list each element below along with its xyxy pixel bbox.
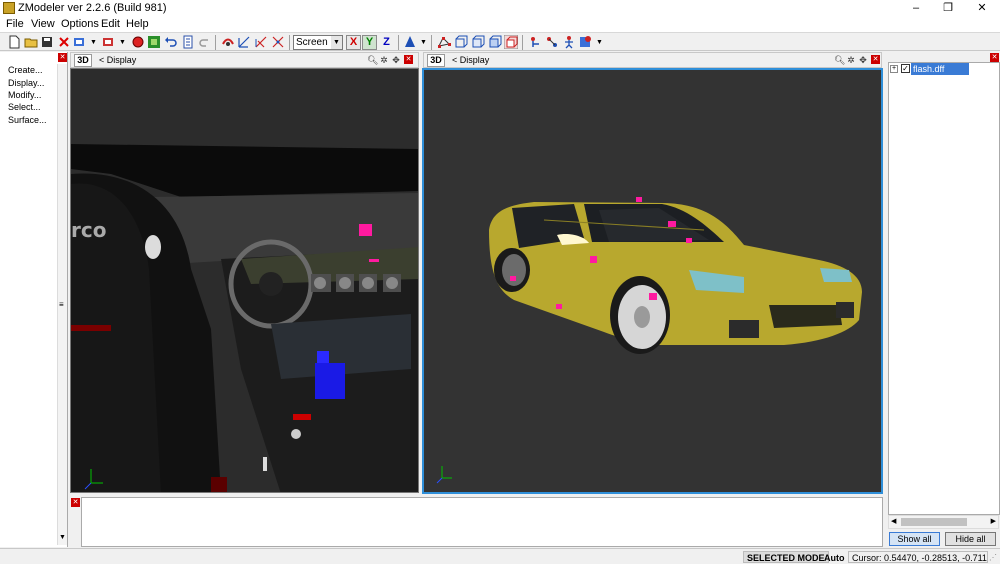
redo-icon[interactable] [198,35,212,49]
tree-item-flash-dff[interactable]: flash.dff [911,63,969,75]
export-dropdown-icon[interactable]: ▼ [119,39,126,46]
scroll-down-icon[interactable]: ▼ [59,534,66,541]
menu-bar: File View Options Edit Help [0,17,1000,32]
toolbar-separator [215,35,216,50]
status-mode: SELECTED MODE [743,551,829,563]
coordinate-space-value: Screen [296,37,328,48]
status-auto: Auto [824,553,845,563]
show-all-button[interactable]: Show all [889,532,940,546]
menu-options[interactable]: Options [61,18,99,30]
viewport-right-display-menu[interactable]: < Display [452,55,489,65]
material-dropdown-icon[interactable]: ▼ [596,39,603,46]
viewport-left-mode[interactable]: 3D [74,54,92,67]
texture-icon[interactable] [147,35,161,49]
hierarchy-hscrollbar[interactable]: ◀ ▶ [888,515,999,529]
viewport-right-header: 3D < Display 🔍︎ ✲ ✥ ✕ [423,52,882,68]
tree-visibility-checkbox[interactable]: ✓ [901,64,910,73]
hide-all-button[interactable]: Hide all [945,532,996,546]
command-panel-close-icon[interactable]: ✕ [58,53,67,62]
new-file-icon[interactable] [7,35,21,49]
render-icon[interactable] [131,35,145,49]
menu-file[interactable]: File [6,18,24,30]
dummy-hierarchy-icon[interactable] [528,35,542,49]
axis-z-toggle[interactable]: Z [379,35,394,50]
undo-icon[interactable] [164,35,178,49]
import-dropdown-icon[interactable]: ▼ [90,39,97,46]
interior-scene: rco [71,69,418,492]
splitter-grip-icon[interactable]: ≡ [59,300,64,309]
hierarchy-panel-close-icon[interactable]: ✕ [990,53,999,62]
command-modify[interactable]: Modify... [8,90,41,100]
command-panel-scrollbar[interactable]: ≡ ▼ [57,64,67,545]
viewport-left-display-menu[interactable]: < Display [99,55,136,65]
viewport-left[interactable]: rco [70,68,419,493]
rotate-axes-icon[interactable] [254,35,268,49]
vertex-mode-icon[interactable] [437,35,451,49]
menu-edit[interactable]: Edit [101,18,120,30]
zoom-icon[interactable]: 🔍︎ [834,55,845,65]
link-icon[interactable] [545,35,559,49]
orbit-icon[interactable]: ✲ [846,55,856,65]
console-close-icon[interactable]: ✕ [71,498,80,507]
pan-icon[interactable]: ✥ [391,55,401,65]
toolbar-separator [522,35,523,50]
status-bar: SELECTED MODE Auto Cursor: 0.54470, -0.2… [0,548,1000,563]
resize-grip-icon[interactable]: ⋰ [989,553,997,562]
box-mode-icon[interactable] [504,35,518,49]
move-axes-icon[interactable] [237,35,251,49]
svg-text:rco: rco [71,218,106,242]
title-bar: ZModeler ver 2.2.6 (Build 981) – ❐ ✕ [0,0,1000,17]
menu-help[interactable]: Help [126,18,149,30]
toolbar-separator [289,35,290,50]
hierarchy-tree[interactable] [888,62,1000,515]
edge-mode-icon[interactable] [454,35,468,49]
delete-icon[interactable] [57,35,71,49]
pivot-icon[interactable] [403,35,417,49]
select-object-icon[interactable] [221,35,235,49]
chevron-down-icon: ▼ [331,36,342,49]
minimize-button[interactable]: – [900,0,932,17]
command-display[interactable]: Display... [8,78,44,88]
export-icon[interactable] [102,35,116,49]
toolbar: ▼ ▼ Screen ▼ X Y Z ▼ ▼ [0,32,1000,51]
viewport-right[interactable] [422,68,883,494]
axis-x-toggle[interactable]: X [346,35,361,50]
open-folder-icon[interactable] [24,35,38,49]
zoom-icon[interactable]: 🔍︎ [367,55,378,65]
status-cursor: Cursor: 0.54470, -0.28513, -0.71155 [848,551,988,563]
scroll-left-icon[interactable]: ◀ [891,517,896,525]
command-surface[interactable]: Surface... [8,115,47,125]
scroll-thumb[interactable] [901,518,967,526]
maximize-button[interactable]: ❐ [932,0,964,17]
viewport-right-mode[interactable]: 3D [427,54,445,67]
pivot-dropdown-icon[interactable]: ▼ [420,39,427,46]
viewport-left-header: 3D < Display 🔍︎ ✲ ✥ ✕ [70,52,419,68]
axis-y-toggle[interactable]: Y [362,35,377,50]
console-output[interactable] [81,497,883,547]
menu-view[interactable]: View [31,18,55,30]
command-select[interactable]: Select... [8,102,41,112]
viewport-left-close-icon[interactable]: ✕ [404,55,413,64]
window-title: ZModeler ver 2.2.6 (Build 981) [18,2,167,14]
close-button[interactable]: ✕ [966,0,998,17]
notes-icon[interactable] [181,35,195,49]
pan-icon[interactable]: ✥ [858,55,868,65]
import-icon[interactable] [73,35,87,49]
app-icon [3,2,15,14]
object-mode-icon[interactable] [488,35,502,49]
viewport-right-close-icon[interactable]: ✕ [871,55,880,64]
tree-expand-icon[interactable]: + [890,65,898,73]
scroll-right-icon[interactable]: ▶ [991,517,996,525]
command-create[interactable]: Create... [8,65,43,75]
face-mode-icon[interactable] [471,35,485,49]
coordinate-space-select[interactable]: Screen ▼ [293,35,343,50]
scale-axes-icon[interactable] [271,35,285,49]
save-icon[interactable] [40,35,54,49]
material-icon[interactable] [579,35,593,49]
toolbar-separator [398,35,399,50]
car-model-scene [424,70,881,492]
orbit-icon[interactable]: ✲ [379,55,389,65]
bone-icon[interactable] [562,35,576,49]
toolbar-separator [431,35,432,50]
